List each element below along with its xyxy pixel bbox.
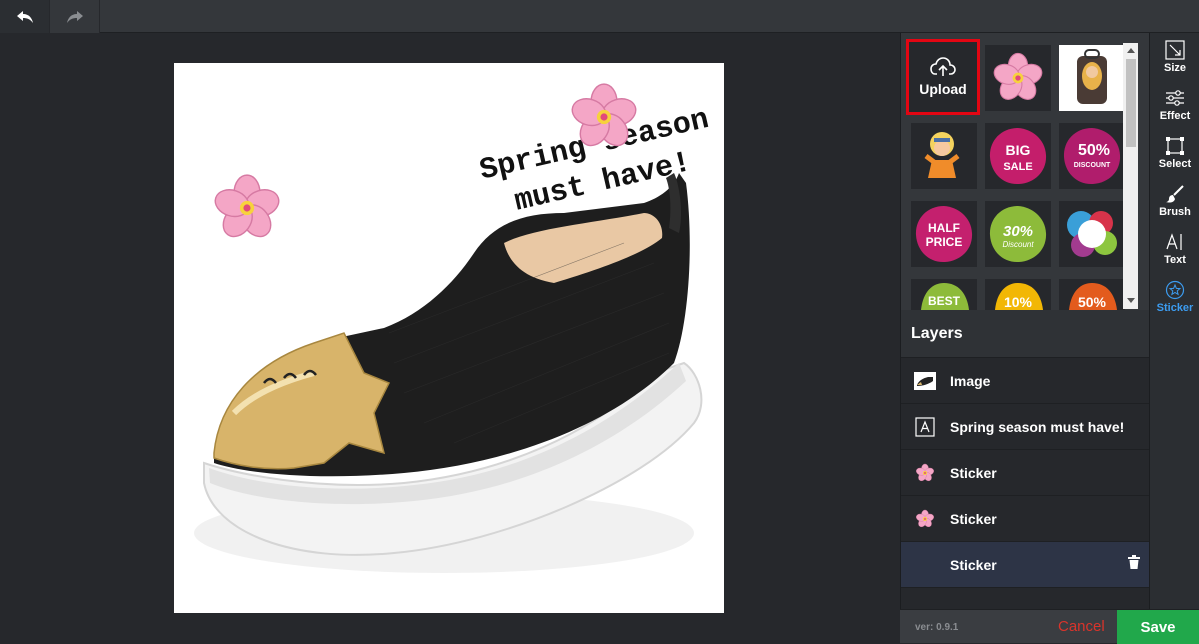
layer-label: Sticker: [950, 510, 997, 527]
sticker-library: Upload BIG SALE 50% DISCOUNT HALF PRICE 30%…: [901, 33, 1150, 310]
tool-select[interactable]: Select: [1150, 129, 1199, 177]
tool-sticker[interactable]: Sticker: [1150, 273, 1199, 321]
flower-icon: [991, 52, 1045, 105]
layer-label: Sticker: [950, 464, 997, 481]
badge-best-text: BEST: [928, 294, 961, 308]
tool-effect[interactable]: Effect: [1150, 81, 1199, 129]
sticker-30-discount[interactable]: 30% Discount: [985, 201, 1051, 267]
badge-sale-text: SALE: [1003, 161, 1032, 173]
tool-text[interactable]: Text: [1150, 225, 1199, 273]
badge-50b-text: 50%: [1078, 294, 1107, 310]
backpack-icon: [1077, 49, 1107, 104]
trash-icon[interactable]: [1128, 555, 1140, 569]
sticker-big-sale[interactable]: BIG SALE: [985, 123, 1051, 189]
tool-label: Select: [1158, 158, 1192, 170]
flower-icon: [914, 462, 936, 484]
layer-label: Sticker: [950, 556, 997, 573]
sticker-50-discount[interactable]: 50% DISCOUNT: [1059, 123, 1125, 189]
tool-sidebar: Size Effect Select Brush Text Sticker: [1149, 33, 1199, 609]
badge-half-text: HALF: [928, 221, 960, 235]
layer-item-sticker-2[interactable]: Sticker: [901, 496, 1150, 542]
select-frame-icon: [1166, 137, 1184, 155]
star-circle-icon: [1165, 280, 1185, 300]
tool-label: Brush: [1159, 206, 1191, 218]
sticker-half-price[interactable]: HALF PRICE: [911, 201, 977, 267]
layer-label: Spring season must have!: [950, 418, 1125, 435]
image-canvas[interactable]: Spring season must have!: [174, 63, 724, 613]
tool-brush[interactable]: Brush: [1150, 177, 1199, 225]
undo-arrow-icon: [16, 10, 33, 23]
layers-heading: Layers: [901, 310, 1150, 358]
sliders-icon: [1166, 90, 1184, 106]
scroll-down-icon[interactable]: [1126, 297, 1136, 305]
text-cursor-icon: [1166, 233, 1182, 250]
layer-item-image[interactable]: Image: [901, 358, 1150, 404]
editor-footer: ver: 0.9.1 Cancel Save: [900, 609, 1199, 644]
half-price-badge-icon: HALFPRICE: [915, 206, 973, 263]
editor-workspace: Spring season must have!: [0, 33, 900, 643]
save-button[interactable]: Save: [1117, 610, 1199, 644]
ninja-cartoon-icon: [924, 132, 960, 178]
paint-splash-icon: [1067, 211, 1117, 257]
upload-label: Upload: [919, 81, 967, 97]
sticker-sakura[interactable]: [985, 45, 1051, 111]
tool-label: Size: [1163, 62, 1186, 74]
sticker-50[interactable]: 50%: [1059, 279, 1125, 310]
resize-icon: [1165, 40, 1185, 60]
discount-30-badge-icon: 30%Discount: [989, 206, 1047, 263]
redo-button[interactable]: [50, 0, 100, 33]
layer-item-sticker-3[interactable]: Sticker: [901, 542, 1150, 588]
layer-label: Image: [950, 372, 991, 389]
layer-item-sticker-1[interactable]: Sticker: [901, 450, 1150, 496]
fifty-badge-icon: 50%: [1069, 283, 1117, 310]
sakura-sticker-right[interactable]: [564, 77, 644, 157]
upload-button[interactable]: Upload: [906, 39, 980, 115]
scroll-up-icon[interactable]: [1126, 46, 1136, 54]
undo-button[interactable]: [0, 0, 50, 33]
cancel-button[interactable]: Cancel: [1058, 618, 1105, 635]
brush-icon: [1166, 185, 1184, 203]
tool-label: Sticker: [1156, 302, 1194, 314]
flower-icon: [914, 508, 936, 530]
badge-discount-text: DISCOUNT: [1074, 162, 1111, 169]
tool-label: Text: [1164, 254, 1186, 266]
sticker-paint-splash[interactable]: [1059, 201, 1125, 267]
text-a-icon: [914, 416, 936, 438]
layer-item-text[interactable]: Spring season must have!: [901, 404, 1150, 450]
blank-thumbnail-icon: [914, 554, 936, 576]
sticker-ninja[interactable]: [911, 123, 977, 189]
right-panel: Upload BIG SALE 50% DISCOUNT HALF PRICE 30%…: [900, 33, 1150, 643]
tool-size[interactable]: Size: [1150, 33, 1199, 81]
redo-arrow-icon: [66, 10, 83, 23]
discount-50-badge-icon: 50% DISCOUNT: [1063, 128, 1121, 185]
sticker-best[interactable]: BEST: [911, 279, 977, 310]
badge-big-text: BIG: [1006, 142, 1031, 158]
image-thumbnail-icon: [914, 370, 936, 392]
sticker-backpack[interactable]: [1059, 45, 1125, 111]
badge-30-text: 30%: [1003, 223, 1033, 240]
ten-badge-icon: 10%: [995, 283, 1043, 310]
sticker-scrollbar-thumb[interactable]: [1126, 59, 1136, 147]
badge-discount2-text: Discount: [1002, 240, 1034, 249]
badge-10-text: 10%: [1004, 294, 1033, 310]
badge-price-text: PRICE: [926, 235, 963, 249]
cloud-upload-icon: [930, 57, 956, 76]
sticker-10[interactable]: 10%: [985, 279, 1051, 310]
sakura-sticker-left[interactable]: [207, 168, 287, 248]
big-sale-badge-icon: BIG SALE: [989, 128, 1047, 185]
badge-50-text: 50%: [1078, 142, 1110, 159]
top-toolbar: [0, 0, 1199, 33]
version-text: ver: 0.9.1: [915, 622, 959, 633]
best-badge-icon: BEST: [921, 283, 969, 310]
tool-label: Effect: [1159, 110, 1191, 122]
